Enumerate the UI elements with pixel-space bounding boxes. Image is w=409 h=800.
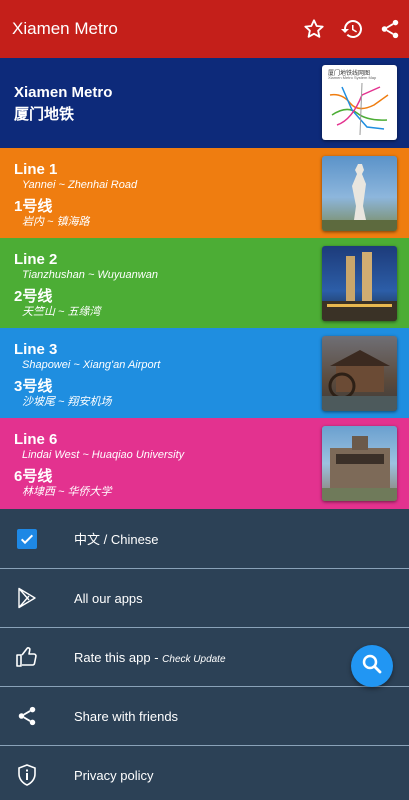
line-route: Tianzhushan ~ Wuyuanwan (22, 269, 158, 281)
line-card-3[interactable]: Line 3 Shapowei ~ Xiang'an Airport 3号线 沙… (0, 328, 409, 418)
privacy-item[interactable]: Privacy policy (0, 745, 409, 800)
chinese-toggle[interactable]: 中文 / Chinese (0, 509, 409, 568)
line-6-photo (322, 426, 397, 501)
line-name: Line 3 (14, 341, 58, 358)
line-3-photo (322, 336, 397, 411)
share-item[interactable]: Share with friends (0, 686, 409, 745)
line-1-photo (322, 156, 397, 231)
line-route-cn: 沙坡尾 ~ 翔安机场 (22, 396, 112, 408)
play-store-icon (14, 585, 40, 611)
app-title: Xiamen Metro (12, 19, 118, 38)
line-card-1[interactable]: Line 1 Yannei ~ Zhenhai Road 1号线 岩内 ~ 镇海… (0, 148, 409, 238)
line-route: Lindai West ~ Huaqiao University (22, 449, 185, 461)
all-apps-item[interactable]: All our apps (0, 568, 409, 627)
share-icon[interactable] (377, 16, 403, 42)
line-route: Shapowei ~ Xiang'an Airport (22, 359, 161, 371)
share-label: Share with friends (74, 708, 179, 724)
line-route-cn: 天竺山 ~ 五缘湾 (22, 306, 101, 318)
header-title: Xiamen Metro (14, 84, 113, 101)
search-icon (360, 652, 384, 681)
line-2-photo (322, 246, 397, 321)
privacy-label: Privacy policy (74, 767, 154, 783)
checkbox[interactable] (14, 526, 40, 552)
rate-app-item[interactable]: Rate this app - Check Update (0, 627, 409, 686)
history-icon[interactable] (339, 16, 365, 42)
chinese-label: 中文 / Chinese (74, 532, 159, 547)
line-name: Line 1 (14, 161, 58, 178)
line-route-cn: 林埭西 ~ 华侨大学 (22, 486, 112, 498)
header-card[interactable]: Xiamen Metro 厦门地铁 厦门地铁线网图 Xiamen Metro S… (0, 58, 409, 148)
all-apps-label: All our apps (74, 590, 143, 606)
line-name: Line 2 (14, 251, 58, 268)
star-outline-icon[interactable] (301, 16, 327, 42)
metro-map-thumbnail: 厦门地铁线网图 Xiamen Metro System Map (322, 65, 397, 140)
share-icon (14, 703, 40, 729)
shield-info-icon (14, 762, 40, 788)
thumbs-up-icon (14, 644, 40, 670)
line-route: Yannei ~ Zhenhai Road (22, 179, 138, 191)
app-bar: Xiamen Metro (0, 0, 409, 58)
line-name: Line 6 (14, 431, 58, 448)
header-title-cn: 厦门地铁 (14, 106, 75, 123)
line-route-cn: 岩内 ~ 镇海路 (22, 216, 90, 228)
check-update-label: Check Update (162, 653, 226, 665)
line-card-6[interactable]: Line 6 Lindai West ~ Huaqiao University … (0, 418, 409, 509)
search-fab[interactable] (351, 645, 393, 687)
rate-app-label: Rate this app - Check Update (74, 649, 226, 665)
line-card-2[interactable]: Line 2 Tianzhushan ~ Wuyuanwan 2号线 天竺山 ~… (0, 238, 409, 328)
